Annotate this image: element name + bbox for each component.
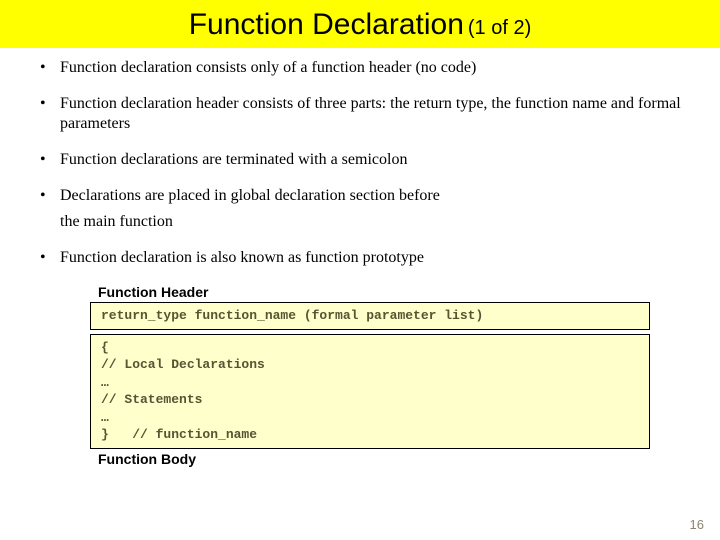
code-line: // Local Declarations (101, 357, 265, 372)
diagram-header-label: Function Header (98, 284, 650, 300)
code-line: … (101, 375, 109, 390)
bullet-item: Function declaration consists only of a … (30, 58, 690, 78)
page-number: 16 (690, 517, 704, 532)
bullet-item: Function declarations are terminated wit… (30, 150, 690, 170)
bullet-list-2: Function declaration is also known as fu… (30, 248, 690, 268)
slide-title: Function Declaration (189, 8, 464, 41)
bullet-item: Function declaration is also known as fu… (30, 248, 690, 268)
bullet-item: Function declaration header consists of … (30, 94, 690, 134)
code-line: } // function_name (101, 427, 257, 442)
code-line: // Statements (101, 392, 202, 407)
diagram-header-box: return_type function_name (formal parame… (90, 302, 650, 330)
bullet-list: Function declaration consists only of a … (30, 58, 690, 206)
slide-title-bar: Function Declaration (1 of 2) (0, 0, 720, 48)
bullet-continuation: the main function (30, 212, 690, 232)
diagram-body-box: { // Local Declarations … // Statements … (90, 334, 650, 449)
function-diagram: Function Header return_type function_nam… (90, 284, 650, 467)
bullet-item: Declarations are placed in global declar… (30, 186, 690, 206)
slide-title-sub: (1 of 2) (468, 17, 531, 39)
slide-content: Function declaration consists only of a … (0, 48, 720, 467)
diagram-body-label: Function Body (98, 451, 650, 467)
code-line: … (101, 410, 109, 425)
code-line: { (101, 340, 109, 355)
